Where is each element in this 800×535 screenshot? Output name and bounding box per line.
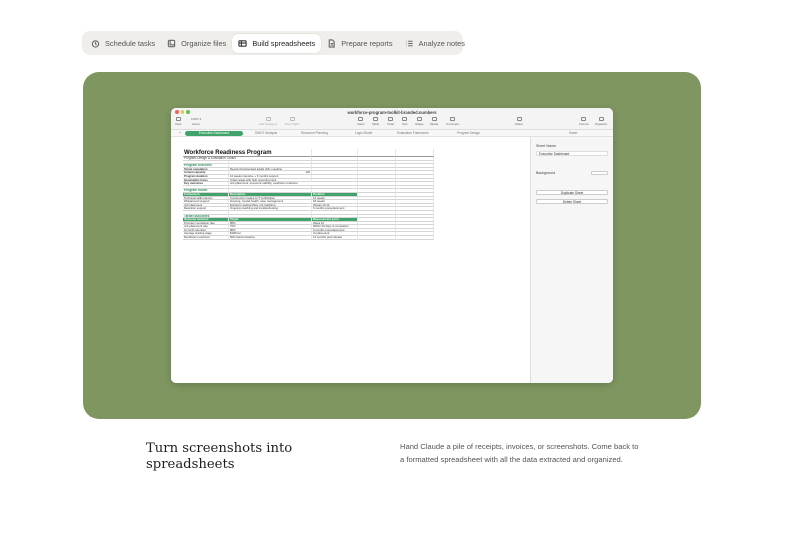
- table-cell[interactable]: 50% below baseline: [229, 236, 312, 240]
- sheet-title[interactable]: Workforce Readiness Program: [183, 149, 312, 157]
- table-button[interactable]: Table: [372, 117, 379, 126]
- numbers-window: workforce-program-toolkit-branded.number…: [171, 108, 613, 383]
- sheet-tab-swot[interactable]: SWOT Analysis: [251, 131, 281, 136]
- sheet-tab-executive-dashboard[interactable]: Executive Dashboard: [185, 130, 243, 136]
- table-cell[interactable]: [312, 149, 358, 157]
- pivot-icon: [289, 117, 295, 121]
- feature-description: Hand Claude a pile of receipts, invoices…: [400, 442, 639, 464]
- sheet-tab-evaluation[interactable]: Evaluation Framework: [393, 131, 433, 136]
- window-titlebar: workforce-program-toolkit-branded.number…: [171, 108, 613, 116]
- zoom-button[interactable]: 125% ▾ Zoom: [191, 117, 201, 126]
- sheet-tab-logic-model[interactable]: Logic Model: [351, 131, 376, 136]
- format-button[interactable]: Format: [579, 117, 589, 126]
- table-cell[interactable]: 12 months post-release: [312, 236, 358, 240]
- duplicate-sheet-button[interactable]: Duplicate Sheet: [536, 190, 608, 195]
- tab-organize-files[interactable]: Organize files: [161, 34, 232, 53]
- shape-button[interactable]: Shape: [415, 117, 424, 126]
- tab-label: Organize files: [181, 38, 227, 48]
- app-toolbar: View 125% ▾ Zoom Add Category Pivot Table…: [171, 116, 613, 130]
- share-icon: [516, 117, 522, 121]
- schedule-icon: [91, 39, 100, 48]
- tab-schedule-tasks[interactable]: Schedule tasks: [85, 34, 161, 53]
- feature-tab-bar: Schedule tasks Organize files Build spre…: [82, 31, 465, 55]
- spreadsheet-icon: [238, 39, 247, 47]
- chart-button[interactable]: Chart: [387, 117, 394, 126]
- sidebar-icon: [175, 117, 181, 121]
- notes-icon: [405, 40, 413, 46]
- table-row[interactable]: Recidivism reduction 50% below baseline 12…: [183, 236, 434, 240]
- tab-build-spreadsheets[interactable]: Build spreadsheets: [232, 33, 322, 53]
- feature-headline: Turn screenshots into spreadsheets: [146, 441, 293, 472]
- comment-button[interactable]: Comment: [446, 117, 459, 126]
- table-cell[interactable]: [358, 236, 396, 240]
- background-label: Background: [536, 171, 556, 175]
- folder-icon: [167, 39, 176, 47]
- tab-label: Prepare reports: [341, 38, 393, 48]
- sidebar-tab-sheet[interactable]: Sheet: [565, 131, 581, 136]
- delete-sheet-button[interactable]: Delete Sheet: [536, 199, 608, 204]
- sheet-tab-program-design[interactable]: Program Design: [453, 131, 484, 136]
- comment-icon: [450, 117, 455, 121]
- format-icon: [581, 117, 587, 121]
- insert-icon: [358, 117, 364, 121]
- text-button[interactable]: Text: [402, 117, 408, 126]
- chart-icon: [388, 117, 394, 121]
- category-icon: [265, 117, 271, 121]
- tab-label: Schedule tasks: [105, 38, 156, 48]
- table-cell[interactable]: [396, 149, 434, 157]
- tab-label: Analyze notes: [418, 38, 465, 48]
- insert-button[interactable]: Insert: [357, 117, 365, 126]
- add-sheet-button[interactable]: +: [175, 131, 185, 136]
- table-icon: [373, 117, 379, 121]
- table-cell[interactable]: [396, 236, 434, 240]
- background-color-picker[interactable]: [591, 171, 608, 175]
- spreadsheet-table[interactable]: Workforce Readiness Program Program Desi…: [183, 149, 434, 240]
- sheet-name-label: Sheet Name: [536, 144, 556, 148]
- inspector-sidebar: Sheet Name Executive Dashboard Backgroun…: [530, 137, 613, 383]
- tab-label: Build spreadsheets: [252, 38, 316, 48]
- sheet-name-field[interactable]: Executive Dashboard: [536, 151, 608, 156]
- shape-icon: [416, 117, 422, 121]
- sheet-canvas[interactable]: Workforce Readiness Program Program Desi…: [171, 137, 530, 383]
- organize-button[interactable]: Organize: [595, 117, 607, 126]
- table-cell[interactable]: Recidivism reduction: [183, 236, 229, 240]
- view-button[interactable]: View: [175, 117, 181, 126]
- tab-prepare-reports[interactable]: Prepare reports: [321, 34, 398, 53]
- sheet-tab-resource-planning[interactable]: Resource Planning: [297, 131, 332, 136]
- media-button[interactable]: Media: [430, 117, 438, 126]
- pivot-table-button[interactable]: Pivot Table: [285, 117, 300, 126]
- organize-icon: [598, 117, 604, 121]
- table-cell[interactable]: [358, 149, 396, 157]
- share-button[interactable]: Share: [515, 117, 523, 126]
- report-icon: [328, 38, 335, 48]
- media-icon: [431, 117, 437, 121]
- add-category-button[interactable]: Add Category: [259, 117, 277, 126]
- window-title: workforce-program-toolkit-branded.number…: [347, 109, 437, 115]
- tab-analyze-notes[interactable]: Analyze notes: [399, 34, 471, 53]
- text-icon: [402, 117, 408, 121]
- sheet-tabs: + Executive Dashboard SWOT Analysis Reso…: [171, 130, 613, 137]
